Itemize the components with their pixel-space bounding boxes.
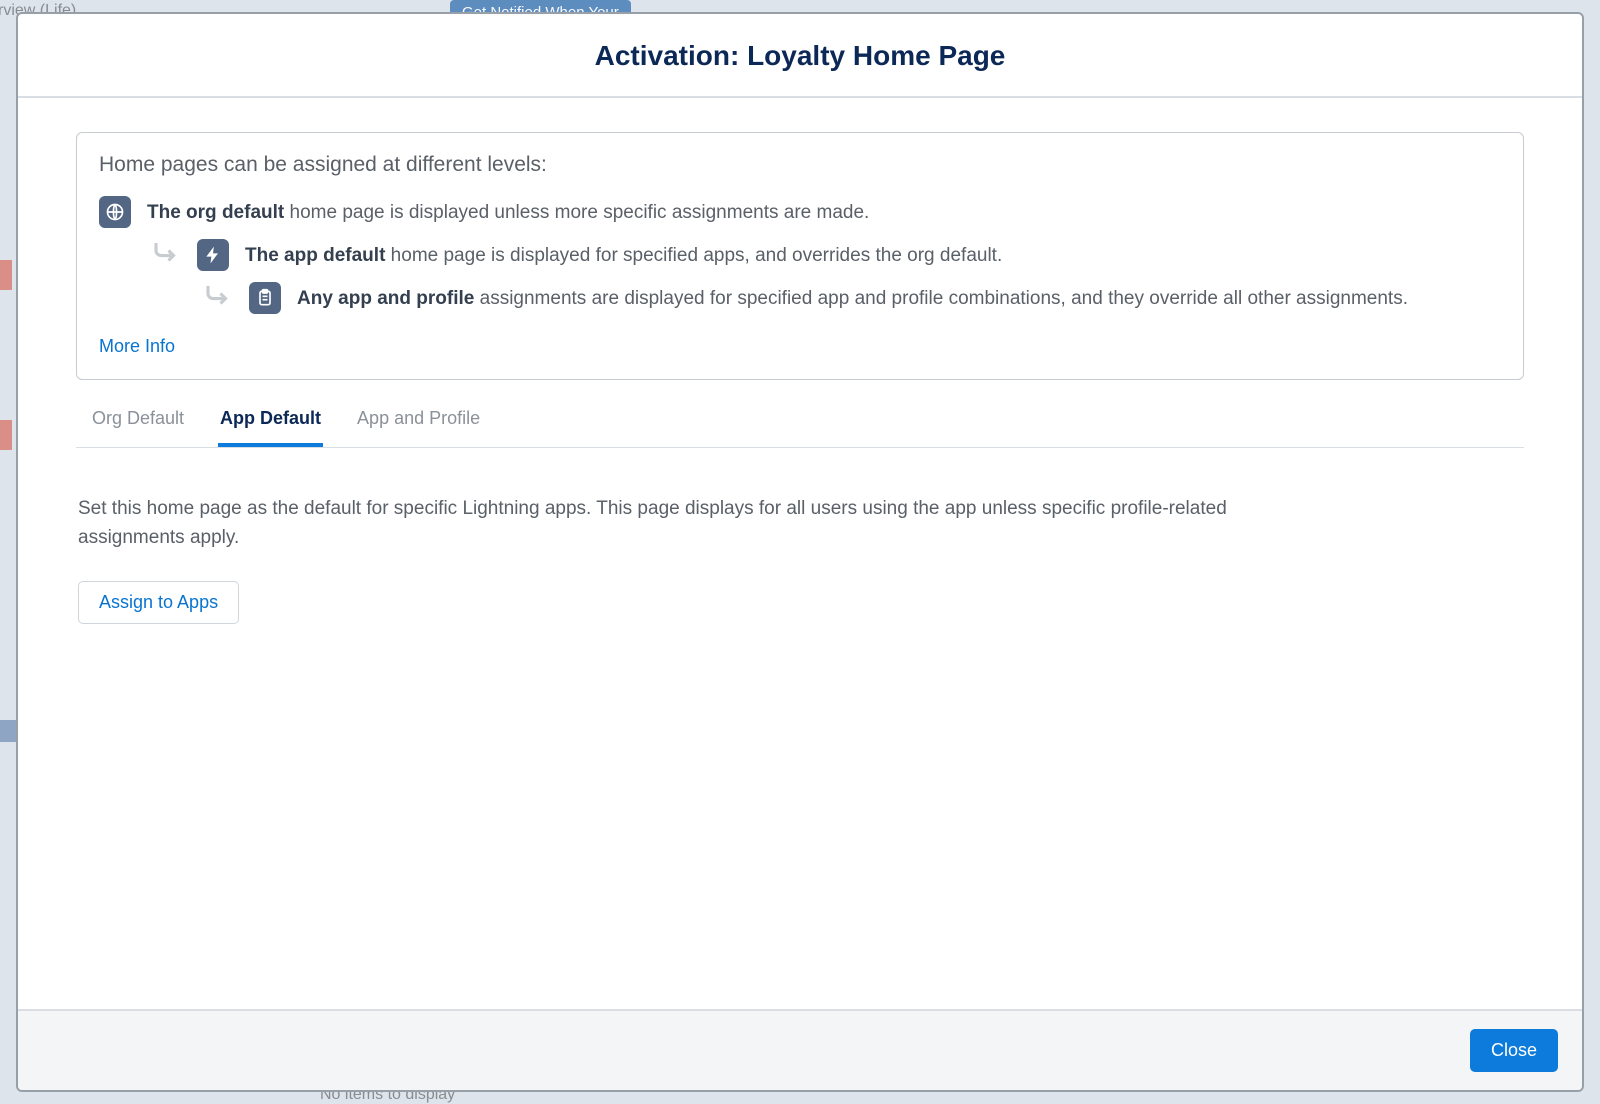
level-rest: home page is displayed for specified app… bbox=[385, 245, 1002, 266]
activation-modal: Activation: Loyalty Home Page Home pages… bbox=[16, 12, 1584, 1092]
level-bold: The app default bbox=[245, 245, 385, 266]
close-button[interactable]: Close bbox=[1470, 1029, 1558, 1072]
level-bold: Any app and profile bbox=[297, 288, 474, 309]
modal-title: Activation: Loyalty Home Page bbox=[38, 40, 1562, 72]
sub-arrow-icon bbox=[151, 238, 181, 268]
level-rest: assignments are displayed for specified … bbox=[474, 288, 1408, 309]
assign-to-apps-button[interactable]: Assign to Apps bbox=[78, 581, 239, 624]
tab-description: Set this home page as the default for sp… bbox=[78, 494, 1228, 553]
more-info-link[interactable]: More Info bbox=[99, 336, 175, 357]
lightning-icon bbox=[197, 239, 229, 271]
modal-footer: Close bbox=[18, 1009, 1582, 1090]
level-org-default: The org default home page is displayed u… bbox=[99, 195, 1501, 228]
assignment-info-box: Home pages can be assigned at different … bbox=[76, 132, 1524, 380]
level-app-default: The app default home page is displayed f… bbox=[151, 238, 1501, 271]
level-text: The org default home page is displayed u… bbox=[147, 195, 869, 227]
modal-header: Activation: Loyalty Home Page bbox=[18, 14, 1582, 98]
clipboard-icon bbox=[249, 282, 281, 314]
sub-arrow-icon bbox=[203, 281, 233, 311]
level-app-profile: Any app and profile assignments are disp… bbox=[203, 281, 1501, 314]
info-heading: Home pages can be assigned at different … bbox=[99, 153, 1501, 177]
level-bold: The org default bbox=[147, 202, 284, 223]
tab-app-default[interactable]: App Default bbox=[218, 390, 323, 447]
level-rest: home page is displayed unless more speci… bbox=[284, 202, 869, 223]
backdrop-bar bbox=[0, 260, 12, 290]
tab-app-profile[interactable]: App and Profile bbox=[355, 390, 482, 447]
backdrop-bar bbox=[0, 420, 12, 450]
globe-icon bbox=[99, 196, 131, 228]
level-text: Any app and profile assignments are disp… bbox=[297, 281, 1408, 313]
tab-content: Set this home page as the default for sp… bbox=[76, 448, 1524, 624]
level-text: The app default home page is displayed f… bbox=[245, 238, 1002, 270]
modal-body: Home pages can be assigned at different … bbox=[18, 98, 1582, 1009]
tabs-bar: Org Default App Default App and Profile bbox=[76, 390, 1524, 448]
tab-org-default[interactable]: Org Default bbox=[90, 390, 186, 447]
